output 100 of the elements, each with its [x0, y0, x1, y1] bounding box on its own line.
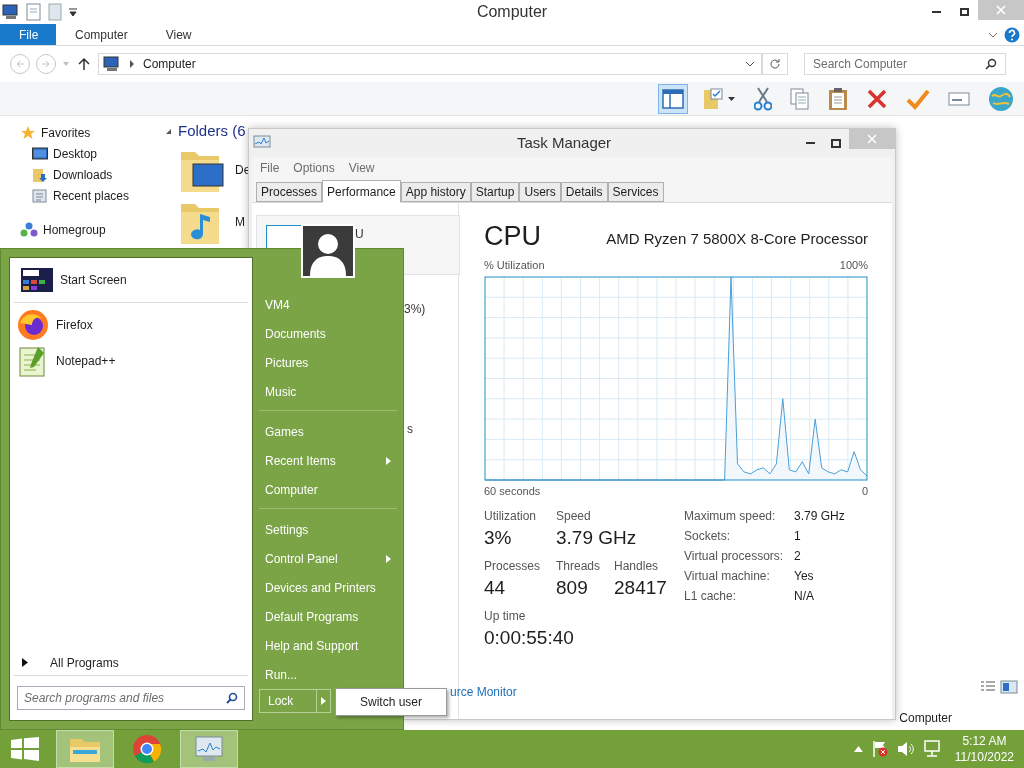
stat-value: 0:00:55:40	[484, 626, 574, 650]
taskbar-button[interactable]	[180, 730, 238, 768]
help-icon	[1004, 26, 1020, 43]
window-title: Task Manager	[515, 132, 613, 153]
stat-label: Speed	[556, 508, 592, 525]
folder-download-icon	[32, 167, 48, 183]
monitor-icon	[32, 147, 48, 161]
speaker-icon	[896, 741, 915, 757]
nav-item[interactable]: Downloads	[20, 166, 165, 184]
address-dropdown-icon	[745, 60, 755, 68]
program-item[interactable]: Start Screen	[18, 262, 244, 298]
start-search-field[interactable]: Search programs and files	[17, 686, 245, 710]
stat-value: 3%	[484, 526, 513, 550]
power-options-button[interactable]	[317, 689, 331, 713]
properties-icon	[26, 3, 42, 21]
graph-label: 100%	[839, 258, 868, 273]
computer-icon	[103, 56, 121, 72]
nav-item[interactable]: Recent places	[20, 187, 165, 205]
new-folder-icon	[48, 3, 62, 21]
stat-value: 3.79 GHz	[556, 526, 637, 550]
nav-item[interactable]: Desktop	[20, 145, 165, 163]
start-search-input[interactable]: Search programs and files	[24, 689, 226, 707]
graph-label: 0	[861, 483, 868, 499]
resource-heading: CPU	[484, 221, 541, 251]
task-manager-icon	[194, 735, 224, 763]
stat-label: Handles	[614, 558, 660, 575]
folder-item[interactable]: M	[179, 198, 245, 245]
start-screen-icon	[21, 268, 53, 292]
windows-logo-icon	[11, 737, 39, 761]
nav-item[interactable]: Favorites	[20, 124, 165, 142]
tiles-view-icon	[1000, 680, 1018, 694]
detail-value: 2	[794, 548, 801, 565]
recent-locations-caret-icon	[62, 61, 70, 67]
stat-label: Threads	[556, 558, 601, 575]
processor-name: AMD Ryzen 7 5800X 8-Core Processor	[606, 228, 868, 249]
search-field[interactable]: Search Computer	[804, 53, 1006, 75]
status-text: Computer	[899, 710, 952, 727]
tab[interactable]: Services	[607, 182, 664, 202]
ribbon-tab[interactable]: Computer	[56, 24, 147, 45]
window-title: Computer	[475, 2, 549, 22]
menu-item[interactable]: View	[348, 159, 375, 177]
tab[interactable]: Performance	[322, 180, 401, 203]
star-icon	[20, 125, 36, 141]
menu-item[interactable]: Switch user	[336, 692, 446, 712]
detail-value: 1	[794, 528, 801, 545]
detail-label: Maximum speed:	[684, 508, 777, 525]
menu-item[interactable]: Options	[293, 159, 335, 177]
firefox-icon	[17, 309, 49, 341]
clipboard-icon	[828, 86, 848, 111]
ribbon-tab[interactable]: File	[0, 24, 56, 45]
expand-arrow-icon	[22, 658, 28, 667]
program-item[interactable]: Firefox	[14, 307, 248, 343]
detail-value: N/A	[794, 588, 814, 605]
refresh-button[interactable]	[762, 53, 788, 75]
detail-value: Yes	[794, 568, 814, 585]
graph-label: 60 seconds	[484, 483, 541, 499]
back-arrow-icon	[15, 59, 25, 69]
computer-icon	[2, 4, 20, 20]
program-item[interactable]: Notepad++	[14, 343, 248, 379]
address-bar[interactable]: Computer	[98, 53, 762, 75]
submenu-arrow-icon	[386, 456, 391, 465]
tab[interactable]: App history	[400, 182, 471, 202]
search-icon	[226, 692, 238, 704]
stat-value: 809	[556, 576, 589, 600]
nav-item[interactable]: Homegroup	[20, 221, 165, 239]
stat-label: Up time	[484, 608, 527, 625]
forward-arrow-icon	[41, 59, 51, 69]
copy-icon	[790, 87, 810, 110]
customize-caret-icon	[68, 7, 78, 17]
resource-monitor-link[interactable]: urce Monitor	[450, 683, 517, 701]
side-text: s	[407, 421, 413, 438]
close-icon	[867, 134, 877, 144]
menu-item[interactable]: File	[260, 159, 280, 177]
graph-label: % Utilization	[484, 258, 545, 273]
recent-places-icon	[32, 188, 48, 204]
side-text: 3%)	[404, 301, 426, 318]
detail-label: Sockets:	[684, 528, 732, 545]
side-text: U	[355, 226, 364, 243]
taskbar-button[interactable]	[56, 730, 114, 768]
tab[interactable]: Details	[560, 182, 608, 202]
close-icon	[996, 5, 1006, 15]
ribbon-tab[interactable]: View	[146, 24, 211, 45]
submenu-arrow-icon	[321, 697, 326, 705]
tab[interactable]: Users	[519, 182, 561, 202]
scissors-icon	[754, 86, 772, 111]
network-icon	[922, 740, 941, 758]
homegroup-icon	[20, 222, 38, 238]
detail-label: Virtual processors:	[684, 548, 785, 565]
preview-pane-icon	[662, 87, 684, 110]
expand-ribbon-icon	[988, 30, 998, 39]
search-input[interactable]: Search Computer	[813, 55, 985, 73]
all-programs-item[interactable]: All Programs	[14, 650, 248, 676]
search-icon	[985, 58, 997, 70]
toolbar-button[interactable]	[658, 83, 688, 114]
detail-label: L1 cache:	[684, 588, 738, 605]
notepad-icon	[18, 345, 48, 377]
tab[interactable]: Startup	[470, 182, 520, 202]
folder-check-icon	[702, 86, 736, 111]
stat-value: 28417	[614, 576, 667, 600]
tab[interactable]: Processes	[256, 182, 323, 202]
